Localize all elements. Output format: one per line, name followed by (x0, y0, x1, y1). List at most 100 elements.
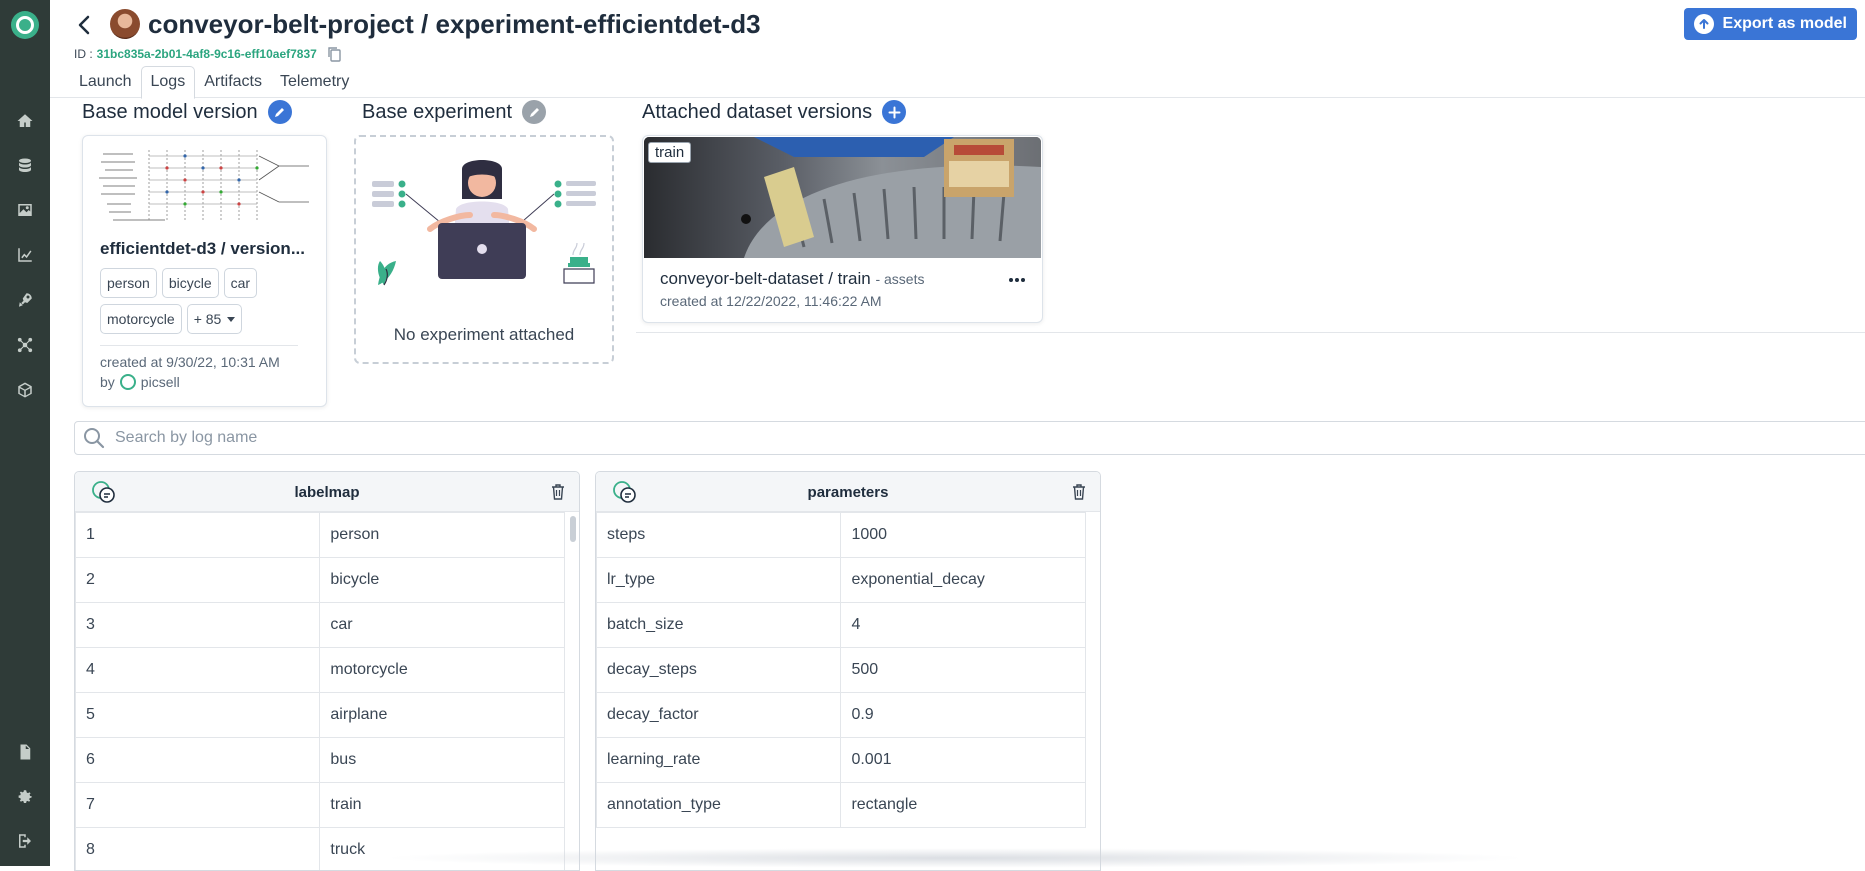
parameters-table: steps1000lr_typeexponential_decaybatch_s… (596, 512, 1086, 828)
row-key: 7 (76, 783, 320, 828)
label-chip: car (224, 268, 257, 298)
model-name: efficientdet-d3 / version... (100, 239, 305, 259)
export-as-model-button[interactable]: Export as model (1684, 8, 1857, 40)
label-chip: person (100, 268, 157, 298)
avatar (110, 9, 140, 39)
log-search-bar (74, 421, 1865, 455)
experiment-id: ID : 31bc835a-2b01-4af8-9c16-eff10aef783… (74, 46, 341, 62)
row-value: car (320, 603, 565, 648)
row-value: 1000 (841, 513, 1086, 558)
datasets-section: Attached dataset versions (642, 100, 906, 124)
row-key: 8 (76, 828, 320, 871)
gear-icon[interactable] (14, 786, 36, 808)
author-logo-icon (120, 374, 136, 390)
image-icon[interactable] (14, 199, 36, 221)
divider (636, 332, 1865, 333)
row-key: decay_steps (597, 648, 841, 693)
pencil-icon (273, 106, 286, 119)
row-key: 3 (76, 603, 320, 648)
dataset-created-at: created at 12/22/2022, 11:46:22 AM (660, 293, 882, 309)
table-row: batch_size4 (597, 603, 1086, 648)
row-key: 6 (76, 738, 320, 783)
table-row: 3car (76, 603, 565, 648)
id-value: 31bc835a-2b01-4af8-9c16-eff10aef7837 (97, 47, 317, 61)
row-value: 4 (841, 603, 1086, 648)
table-row: 4motorcycle (76, 648, 565, 693)
row-value: rectangle (841, 783, 1086, 828)
labelmap-table: 1person2bicycle3car4motorcycle5airplane6… (75, 512, 565, 871)
row-value: person (320, 513, 565, 558)
logo-icon[interactable] (11, 11, 39, 39)
copy-icon[interactable] (327, 46, 341, 62)
edit-experiment-button[interactable] (522, 100, 546, 124)
model-card[interactable]: efficientdet-d3 / version... person bicy… (82, 135, 327, 407)
base-model-section: Base model version (82, 100, 292, 124)
database-icon[interactable] (14, 155, 36, 177)
divider (100, 345, 298, 346)
row-key: steps (597, 513, 841, 558)
base-model-title: Base model version (82, 101, 258, 124)
dataset-card[interactable]: train conveyor-belt-dataset / train - as… (642, 135, 1043, 323)
table-row: lr_typeexponential_decay (597, 558, 1086, 603)
table-row: 2bicycle (76, 558, 565, 603)
trash-icon[interactable] (1072, 484, 1086, 500)
id-label: ID : (74, 47, 93, 61)
base-experiment-title: Base experiment (362, 101, 512, 124)
trash-icon[interactable] (551, 484, 565, 500)
home-icon[interactable] (14, 110, 36, 132)
base-experiment-section: Base experiment (362, 100, 546, 124)
pencil-icon (528, 106, 541, 119)
page-header: conveyor-belt-project / experiment-effic… (50, 0, 1865, 98)
tab-telemetry[interactable]: Telemetry (271, 67, 358, 98)
row-value: train (320, 783, 565, 828)
add-dataset-button[interactable] (882, 100, 906, 124)
scrollbar[interactable] (570, 516, 576, 542)
table-row: 1person (76, 513, 565, 558)
network-icon[interactable] (14, 334, 36, 356)
model-labels: person bicycle car motorcycle + 85 (100, 268, 320, 334)
document-icon[interactable] (14, 741, 36, 763)
row-key: 2 (76, 558, 320, 603)
rocket-icon[interactable] (14, 289, 36, 311)
panel-header: labelmap (75, 472, 579, 512)
datasets-title: Attached dataset versions (642, 101, 872, 124)
row-key: decay_factor (597, 693, 841, 738)
row-value: bus (320, 738, 565, 783)
row-key: annotation_type (597, 783, 841, 828)
chart-icon[interactable] (14, 244, 36, 266)
more-labels-dropdown[interactable]: + 85 (187, 304, 243, 334)
plus-icon (888, 106, 901, 119)
upload-icon (1694, 14, 1714, 34)
dataset-name: conveyor-belt-dataset / train - assets (660, 269, 924, 289)
export-label: Export as model (1723, 15, 1847, 33)
row-key: 5 (76, 693, 320, 738)
model-author: by picsell (100, 374, 180, 390)
search-input[interactable] (115, 429, 715, 447)
row-key: batch_size (597, 603, 841, 648)
row-key: 4 (76, 648, 320, 693)
labelmap-log-panel: labelmap 1person2bicycle3car4motorcycle5… (74, 471, 580, 871)
author-name: picsell (141, 374, 180, 390)
row-key: 1 (76, 513, 320, 558)
back-icon[interactable] (72, 13, 96, 37)
edit-model-button[interactable] (268, 100, 292, 124)
cube-icon[interactable] (14, 379, 36, 401)
tab-bar: Launch Logs Artifacts Telemetry (70, 66, 358, 98)
tab-artifacts[interactable]: Artifacts (195, 67, 271, 98)
tab-launch[interactable]: Launch (70, 67, 141, 98)
tab-logs[interactable]: Logs (141, 66, 196, 99)
bottom-shadow (380, 848, 1530, 868)
label-chip: bicycle (162, 268, 219, 298)
model-architecture-thumbnail (89, 142, 321, 232)
label-chip: motorcycle (100, 304, 182, 334)
table-row: 5airplane (76, 693, 565, 738)
row-key: lr_type (597, 558, 841, 603)
row-value: 0.001 (841, 738, 1086, 783)
panel-title: labelmap (75, 484, 579, 501)
person-with-laptop-illustration (370, 157, 598, 287)
dataset-more-options-icon[interactable] (1006, 271, 1028, 289)
row-key: learning_rate (597, 738, 841, 783)
table-row: learning_rate0.001 (597, 738, 1086, 783)
table-row: 6bus (76, 738, 565, 783)
logout-icon[interactable] (14, 830, 36, 852)
